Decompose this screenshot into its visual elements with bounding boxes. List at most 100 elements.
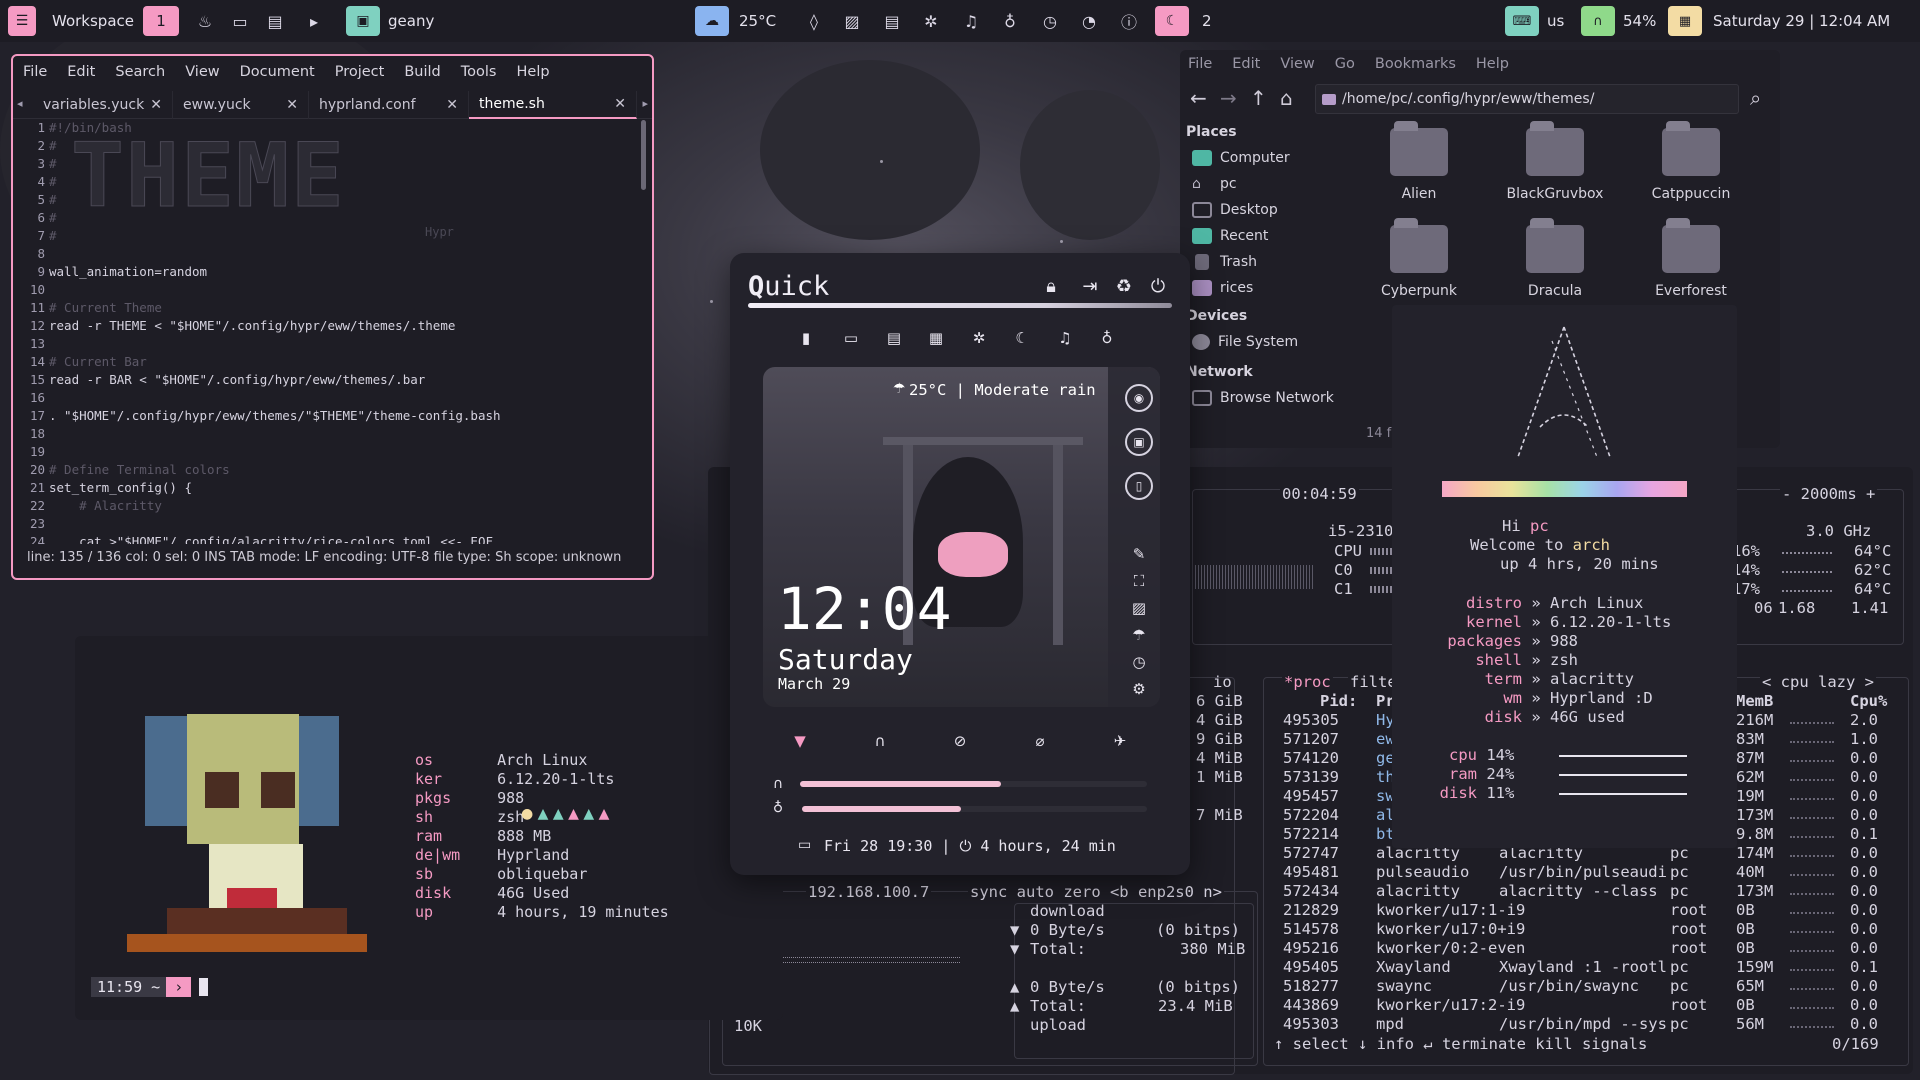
fm-menu-bookmarks[interactable]: Bookmarks xyxy=(1375,56,1456,72)
wifi-toggle-icon[interactable]: ◉ xyxy=(1125,384,1153,412)
table-row[interactable] xyxy=(1268,882,1898,901)
airplane-icon[interactable]: ✈ xyxy=(1106,727,1134,755)
menu-project[interactable]: Project xyxy=(335,64,385,80)
place-desktop[interactable]: Desktop xyxy=(1192,198,1278,222)
fm-menu-edit[interactable]: Edit xyxy=(1232,56,1260,72)
volume-slider[interactable] xyxy=(800,781,1147,787)
place-recent[interactable]: Recent xyxy=(1192,224,1268,248)
tab-eww-yuck[interactable]: eww.yuck ✕ xyxy=(173,91,309,119)
col-mem[interactable]: MemB xyxy=(1736,692,1773,711)
umbrella-icon[interactable]: ☂ xyxy=(1125,621,1153,649)
table-row[interactable] xyxy=(1268,901,1898,920)
music-icon[interactable]: ♫ xyxy=(1051,324,1079,352)
folder-alien[interactable]: Alien xyxy=(1364,121,1474,224)
table-row[interactable] xyxy=(1268,1015,1898,1034)
folder-icon[interactable]: ▭ xyxy=(228,9,252,33)
forward-icon[interactable]: → xyxy=(1220,86,1237,110)
logout-icon[interactable]: ⇥ xyxy=(1076,272,1104,300)
info-icon[interactable]: ⓘ xyxy=(1117,9,1141,33)
table-row[interactable] xyxy=(1268,958,1898,977)
menu-document[interactable]: Document xyxy=(240,64,315,80)
music-icon[interactable]: ♫ xyxy=(959,9,983,33)
moon-icon[interactable]: ☾ xyxy=(1008,324,1036,352)
tab-variables-yuck[interactable]: variables.yuck ✕ xyxy=(33,91,173,119)
screenshot-icon[interactable]: ⛶ xyxy=(1125,567,1153,595)
tabs-scroll-right-icon[interactable]: ▸ xyxy=(642,97,648,110)
mic-slider[interactable] xyxy=(802,806,1147,812)
folder-blackgruvbox[interactable]: BlackGruvbox xyxy=(1500,121,1610,224)
menu-view[interactable]: View xyxy=(185,64,219,80)
notes-icon[interactable]: ▤ xyxy=(263,9,287,33)
menu-search[interactable]: Search xyxy=(115,64,165,80)
files-icon[interactable]: ▦ xyxy=(922,324,950,352)
tab-theme-sh[interactable]: theme.sh ✕ xyxy=(469,91,637,119)
mic-off-icon[interactable]: ⊘ xyxy=(946,727,974,755)
lock-icon[interactable]: 🔒︎ xyxy=(1037,272,1065,300)
menu-edit[interactable]: Edit xyxy=(67,64,95,80)
fm-menu-help[interactable]: Help xyxy=(1476,56,1509,72)
gauge-icon[interactable]: ◔ xyxy=(1077,9,1101,33)
keyboard-layout[interactable]: us xyxy=(1547,6,1564,36)
folder-catppuccin[interactable]: Catppuccin xyxy=(1636,121,1746,224)
notes-icon[interactable]: ▤ xyxy=(880,324,908,352)
path-bar[interactable]: /home/pc/.config/hypr/eww/themes/ xyxy=(1315,84,1739,114)
close-tab-icon[interactable]: ✕ xyxy=(150,97,162,113)
settings-icon[interactable]: ✲ xyxy=(919,9,943,33)
timer-icon[interactable]: ◷ xyxy=(1038,9,1062,33)
place-trash[interactable]: Trash xyxy=(1192,250,1257,274)
col-pid[interactable]: Pid: xyxy=(1320,692,1357,711)
col-cpu[interactable]: Cpu% xyxy=(1850,692,1887,711)
fm-menu-go[interactable]: Go xyxy=(1335,56,1355,72)
cursor[interactable] xyxy=(199,978,209,996)
tab-hyprland-conf[interactable]: hyprland.conf ✕ xyxy=(309,91,469,119)
fm-menu-view[interactable]: View xyxy=(1280,56,1314,72)
bluetooth-toggle-icon[interactable]: ▣ xyxy=(1125,428,1153,456)
menu-build[interactable]: Build xyxy=(404,64,440,80)
close-tab-icon[interactable]: ✕ xyxy=(286,97,298,113)
place-pc[interactable]: ⌂ pc xyxy=(1192,172,1237,196)
tabs-scroll-left-icon[interactable]: ◂ xyxy=(17,97,23,110)
wallpaper-icon[interactable]: ▨ xyxy=(1125,594,1153,622)
menu-icon[interactable]: ☰ xyxy=(8,6,36,36)
files-icon[interactable]: ▤ xyxy=(880,9,904,33)
gear-icon[interactable]: ⚙ xyxy=(1125,675,1153,703)
network-browse[interactable]: Browse Network xyxy=(1192,386,1334,410)
table-row[interactable] xyxy=(1268,939,1898,958)
close-tab-icon[interactable]: ✕ xyxy=(446,97,458,113)
home-icon[interactable]: ⌂ xyxy=(1280,86,1293,110)
place-rices[interactable]: rices xyxy=(1192,276,1253,300)
timer-icon[interactable]: ◷ xyxy=(1125,648,1153,676)
color-picker-icon[interactable]: ✎ xyxy=(1125,540,1153,568)
terminal-icon[interactable]: ▸ xyxy=(302,9,326,33)
mic-icon[interactable]: ♁ xyxy=(1093,324,1121,352)
menu-tools[interactable]: Tools xyxy=(461,64,497,80)
table-row[interactable] xyxy=(1268,977,1898,996)
headphones-icon[interactable]: ∩ xyxy=(866,727,894,755)
btop-refresh[interactable]: - 2000ms + xyxy=(1780,485,1878,504)
search-icon[interactable]: ⌕ xyxy=(1750,86,1761,110)
net-controls[interactable]: sync auto zero <b enp2s0 n> xyxy=(968,883,1224,902)
bookmark-icon[interactable]: ▮ xyxy=(792,324,820,352)
device-filesystem[interactable]: File System xyxy=(1192,330,1298,354)
fire-icon[interactable]: ♨ xyxy=(193,9,217,33)
menu-file[interactable]: File xyxy=(23,64,47,80)
table-row[interactable] xyxy=(1268,920,1898,939)
proc-footer[interactable]: ↑ select ↓ info ↵ terminate kill signals xyxy=(1274,1035,1648,1054)
image-icon[interactable]: ▨ xyxy=(840,9,864,33)
settings-icon[interactable]: ✲ xyxy=(965,324,993,352)
code-area[interactable]: THEME Hypr 1 #!/bin/bash 2 #3 #4 #5 #6 #7 #8 9 wal… xyxy=(13,120,638,544)
editor-scrollbar[interactable] xyxy=(641,120,646,190)
table-row[interactable] xyxy=(1268,863,1898,882)
moon-icon[interactable]: ☾ xyxy=(1155,6,1189,36)
workspace-number[interactable]: 1 xyxy=(143,6,179,36)
up-icon[interactable]: ↑ xyxy=(1250,86,1267,110)
phone-toggle-icon[interactable]: ▯ xyxy=(1125,472,1153,500)
place-computer[interactable]: Computer xyxy=(1192,146,1290,170)
wifi-icon[interactable]: ▼ xyxy=(786,727,814,755)
power-icon[interactable]: ⏻ xyxy=(1144,272,1172,300)
close-tab-icon[interactable]: ✕ xyxy=(614,96,626,112)
table-row[interactable] xyxy=(1268,996,1898,1015)
volume-level[interactable]: 54% xyxy=(1623,6,1656,36)
menu-help[interactable]: Help xyxy=(517,64,550,80)
folder-icon[interactable]: ▭ xyxy=(837,324,865,352)
